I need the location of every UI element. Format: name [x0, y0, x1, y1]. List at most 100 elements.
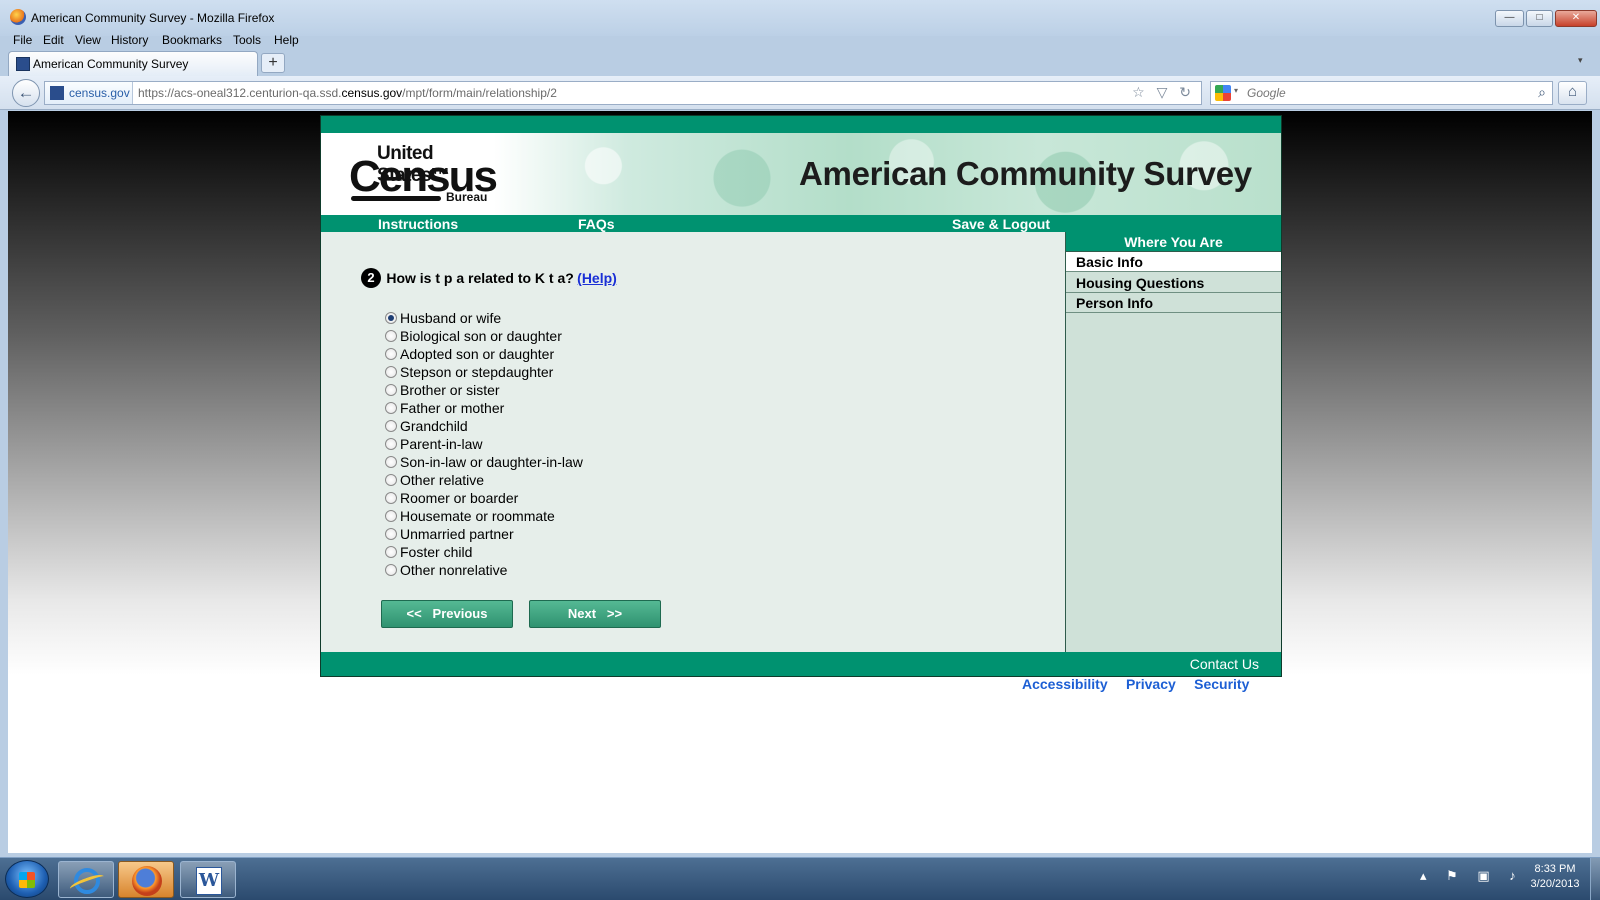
option-label[interactable]: Roomer or boarder: [400, 491, 518, 506]
next-button[interactable]: Next >>: [529, 600, 661, 628]
menu-view[interactable]: View: [75, 33, 101, 47]
option-label[interactable]: Parent-in-law: [400, 437, 482, 452]
logo-swoosh: [351, 196, 441, 201]
radio-button[interactable]: [385, 510, 397, 522]
option-label[interactable]: Stepson or stepdaughter: [400, 365, 553, 380]
maximize-button[interactable]: □: [1526, 10, 1553, 27]
option-label[interactable]: Unmarried partner: [400, 527, 514, 542]
site-identity-button[interactable]: census.gov: [45, 82, 133, 104]
option-label[interactable]: Biological son or daughter: [400, 329, 562, 344]
tab-american-community-survey[interactable]: American Community Survey: [8, 51, 258, 76]
option-row[interactable]: Son-in-law or daughter-in-law: [385, 455, 583, 473]
option-label[interactable]: Son-in-law or daughter-in-law: [400, 455, 583, 470]
radio-button[interactable]: [385, 528, 397, 540]
radio-button[interactable]: [385, 330, 397, 342]
radio-button[interactable]: [385, 492, 397, 504]
url-text[interactable]: https://acs-oneal312.centurion-qa.ssd.ce…: [138, 86, 557, 100]
menu-tools[interactable]: Tools: [233, 33, 261, 47]
search-engine-caret-icon[interactable]: ▾: [1234, 86, 1238, 95]
privacy-link[interactable]: Privacy: [1126, 676, 1176, 692]
radio-button[interactable]: [385, 384, 397, 396]
back-button[interactable]: ←: [12, 79, 40, 107]
radio-button[interactable]: [385, 456, 397, 468]
url-suffix: /mpt/form/main/relationship/2: [402, 86, 557, 100]
sidebar-item-housing-questions[interactable]: Housing Questions: [1066, 273, 1281, 293]
option-label[interactable]: Other nonrelative: [400, 563, 507, 578]
option-row[interactable]: Parent-in-law: [385, 437, 583, 455]
taskbar-firefox[interactable]: [118, 861, 174, 898]
new-tab-button[interactable]: +: [261, 53, 285, 73]
footer-links: Accessibility Privacy Security: [1022, 676, 1264, 692]
option-row[interactable]: Grandchild: [385, 419, 583, 437]
menu-help[interactable]: Help: [274, 33, 299, 47]
taskbar-word[interactable]: W: [180, 861, 236, 898]
option-label[interactable]: Other relative: [400, 473, 484, 488]
option-row[interactable]: Other nonrelative: [385, 563, 583, 581]
option-label[interactable]: Father or mother: [400, 401, 504, 416]
census-bureau-logo[interactable]: United States™ Census Bureau: [349, 143, 499, 205]
menu-file[interactable]: File: [13, 33, 32, 47]
system-tray-icons[interactable]: ▴ ⚑ ▣ ♪: [1420, 868, 1524, 884]
google-logo-icon[interactable]: [1215, 85, 1231, 101]
previous-button[interactable]: << Previous: [381, 600, 513, 628]
option-row[interactable]: Foster child: [385, 545, 583, 563]
radio-button[interactable]: [385, 312, 397, 324]
option-label[interactable]: Husband or wife: [400, 311, 501, 326]
menu-edit[interactable]: Edit: [43, 33, 64, 47]
option-label[interactable]: Brother or sister: [400, 383, 500, 398]
start-button[interactable]: [5, 860, 49, 898]
clock-date: 3/20/2013: [1530, 878, 1580, 890]
radio-button[interactable]: [385, 438, 397, 450]
option-row[interactable]: Roomer or boarder: [385, 491, 583, 509]
url-bar[interactable]: census.gov https://acs-oneal312.centurio…: [44, 81, 1202, 105]
sidebar-item-basic-info[interactable]: Basic Info: [1066, 252, 1281, 272]
option-label[interactable]: Adopted son or daughter: [400, 347, 554, 362]
radio-button[interactable]: [385, 420, 397, 432]
search-icon[interactable]: ⌕: [1538, 84, 1546, 101]
bookmark-star-reload-icon[interactable]: ☆ ▽ ↻: [1132, 84, 1195, 101]
radio-button[interactable]: [385, 366, 397, 378]
search-input[interactable]: Google: [1247, 86, 1286, 100]
option-row[interactable]: Biological son or daughter: [385, 329, 583, 347]
search-bar[interactable]: ▾ Google ⌕: [1210, 81, 1553, 105]
tab-label: American Community Survey: [33, 57, 189, 71]
show-desktop-button[interactable]: [1590, 858, 1600, 900]
radio-button[interactable]: [385, 546, 397, 558]
option-row[interactable]: Father or mother: [385, 401, 583, 419]
clock-time: 8:33 PM: [1534, 863, 1576, 875]
tab-strip: American Community Survey + ▾: [0, 51, 1600, 76]
menu-bookmarks[interactable]: Bookmarks: [162, 33, 222, 47]
option-row[interactable]: Husband or wife: [385, 311, 583, 329]
taskbar-internet-explorer[interactable]: [58, 861, 114, 898]
question-help-link[interactable]: (Help): [577, 270, 617, 286]
nav-save-logout[interactable]: Save & Logout: [952, 216, 1050, 232]
accessibility-link[interactable]: Accessibility: [1022, 676, 1108, 692]
home-button[interactable]: ⌂: [1558, 81, 1587, 105]
word-icon: W: [196, 867, 222, 895]
option-row[interactable]: Brother or sister: [385, 383, 583, 401]
option-label[interactable]: Grandchild: [400, 419, 468, 434]
logo-bureau: Bureau: [446, 190, 488, 204]
url-prefix: https://acs-oneal312.centurion-qa.ssd.: [138, 86, 342, 100]
option-label[interactable]: Foster child: [400, 545, 472, 560]
sidebar-item-person-info[interactable]: Person Info: [1066, 293, 1281, 313]
contact-us-link[interactable]: Contact Us: [1190, 656, 1259, 672]
taskbar-clock[interactable]: 8:33 PM 3/20/2013: [1525, 862, 1585, 892]
radio-button[interactable]: [385, 402, 397, 414]
menu-history[interactable]: History: [111, 33, 148, 47]
radio-button[interactable]: [385, 474, 397, 486]
option-label[interactable]: Housemate or roommate: [400, 509, 555, 524]
option-row[interactable]: Stepson or stepdaughter: [385, 365, 583, 383]
option-row[interactable]: Unmarried partner: [385, 527, 583, 545]
option-row[interactable]: Other relative: [385, 473, 583, 491]
close-button[interactable]: ✕: [1555, 10, 1597, 27]
option-row[interactable]: Adopted son or daughter: [385, 347, 583, 365]
option-row[interactable]: Housemate or roommate: [385, 509, 583, 527]
radio-button[interactable]: [385, 564, 397, 576]
nav-instructions[interactable]: Instructions: [378, 216, 458, 232]
nav-faqs[interactable]: FAQs: [578, 216, 615, 232]
minimize-button[interactable]: —: [1495, 10, 1524, 27]
radio-button[interactable]: [385, 348, 397, 360]
tab-list-icon[interactable]: ▾: [1578, 55, 1583, 66]
security-link[interactable]: Security: [1194, 676, 1249, 692]
